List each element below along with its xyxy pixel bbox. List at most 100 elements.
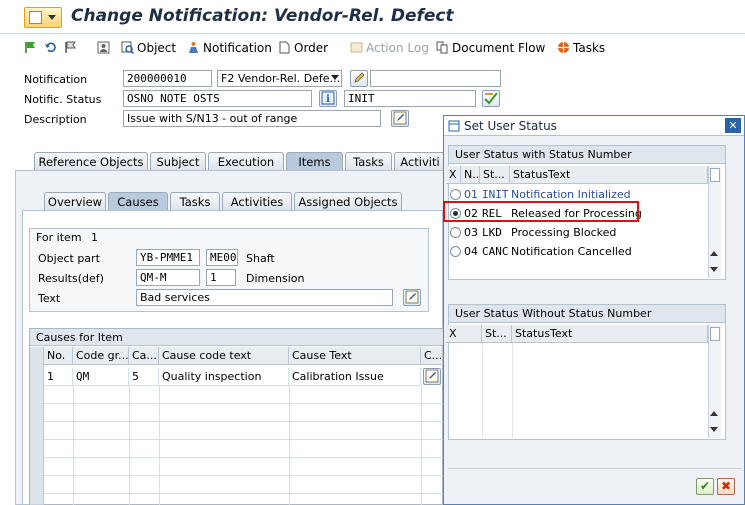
- grid-divider: [129, 386, 130, 505]
- svg-text:i: i: [326, 94, 330, 105]
- tab-tasks[interactable]: Tasks: [345, 152, 392, 170]
- results-text: Dimension: [246, 272, 305, 285]
- subtab-causes[interactable]: Causes: [108, 192, 168, 210]
- object-button[interactable]: Object: [121, 39, 176, 56]
- subtab-assigned-objects[interactable]: Assigned Objects: [294, 192, 402, 210]
- col-status-text2[interactable]: StatusText: [512, 325, 708, 343]
- col-status[interactable]: St...: [480, 166, 510, 184]
- application-toolbar: Object Notification Order Action Log Doc…: [0, 35, 745, 60]
- subtab-tasks[interactable]: Tasks: [170, 192, 220, 210]
- col-x2[interactable]: X: [446, 325, 482, 343]
- for-item-value: 1: [91, 231, 98, 244]
- dialog-footer-divider: [448, 468, 742, 469]
- item-long-text-icon[interactable]: [403, 289, 421, 306]
- system-status-field: OSNO NOTE OSTS: [123, 90, 312, 107]
- col-status-text[interactable]: StatusText: [510, 166, 708, 184]
- description-field[interactable]: Issue with S/N13 - out of range: [123, 110, 381, 127]
- results-code-field[interactable]: QM-M: [136, 269, 200, 286]
- object-part-sub-field[interactable]: ME00: [206, 249, 238, 266]
- notification-number-field[interactable]: 200000010: [123, 70, 212, 87]
- tab-execution[interactable]: Execution: [208, 152, 284, 170]
- long-text-edit-icon[interactable]: [391, 110, 409, 127]
- action-log-label: Action Log: [366, 40, 429, 55]
- cell-code-group[interactable]: QM: [73, 368, 129, 386]
- col-x[interactable]: X: [446, 166, 461, 184]
- item-text-field[interactable]: Bad services: [136, 289, 393, 306]
- grid-divider: [512, 343, 513, 438]
- dialog-title-bar: Set User Status ✕: [444, 116, 744, 136]
- grid-divider: [159, 386, 160, 505]
- tab-activities[interactable]: Activiti: [394, 152, 446, 170]
- text-label: Text: [38, 292, 61, 305]
- action-log-icon: [350, 42, 363, 53]
- cell-no[interactable]: 1: [44, 368, 73, 386]
- scroll-down-icon[interactable]: [710, 427, 718, 432]
- row-selector-column[interactable]: [30, 347, 44, 505]
- status-with-number-title: User Status with Status Number: [449, 146, 725, 164]
- for-item-label: For item: [36, 231, 82, 244]
- status-radio-init[interactable]: [450, 189, 461, 200]
- tab-subject[interactable]: Subject: [150, 152, 206, 170]
- dialog-title: Set User Status: [464, 119, 557, 133]
- action-log-button[interactable]: Action Log: [350, 39, 429, 56]
- status-code-lkd: LKD: [482, 226, 502, 239]
- col-code-group[interactable]: Code gr...: [73, 347, 129, 365]
- info-icon[interactable]: i: [319, 90, 337, 107]
- col-number[interactable]: N...: [461, 166, 480, 184]
- status-code-init: INIT: [482, 188, 509, 201]
- scroll-up-icon[interactable]: [710, 411, 718, 416]
- notification-button[interactable]: Notification: [187, 39, 272, 56]
- col-cause-code-text[interactable]: Cause code text: [159, 347, 289, 365]
- empty-row: [44, 386, 443, 404]
- col-status2[interactable]: St...: [482, 325, 512, 343]
- object-part-text: Shaft: [246, 252, 275, 265]
- dialog-window-icon: [448, 120, 460, 132]
- col-c[interactable]: C...: [421, 347, 443, 365]
- tab-reference-objects[interactable]: Reference Objects: [34, 152, 148, 170]
- grid-divider: [289, 386, 290, 505]
- document-flow-button[interactable]: Document Flow: [436, 39, 545, 56]
- scroll-down-icon[interactable]: [710, 267, 718, 272]
- col-cause-text[interactable]: Cause Text: [289, 347, 421, 365]
- scroll-up-icon[interactable]: [710, 251, 718, 256]
- undo-icon[interactable]: [44, 39, 57, 56]
- cell-cause-text[interactable]: Calibration Issue: [289, 368, 421, 386]
- object-part-code-field[interactable]: YB-PMME1: [136, 249, 200, 266]
- object-part-label: Object part: [38, 252, 100, 265]
- flag-outline-icon[interactable]: [64, 39, 77, 56]
- status-radio-canc[interactable]: [450, 246, 461, 257]
- close-icon[interactable]: ✕: [725, 118, 741, 133]
- status-without-scrollbar[interactable]: [708, 325, 721, 438]
- col-no[interactable]: No.: [44, 347, 73, 365]
- confirm-button[interactable]: ✔: [696, 478, 714, 495]
- tab-items[interactable]: Items: [286, 152, 343, 170]
- cause-long-text-icon[interactable]: [423, 368, 441, 385]
- notification-type-select[interactable]: F2 Vendor-Rel. Defe...: [217, 70, 342, 87]
- results-num-field[interactable]: 1: [206, 269, 236, 286]
- cell-cause[interactable]: 5: [129, 368, 159, 386]
- chevron-down-icon: [331, 75, 339, 80]
- notification-label: Notification: [203, 40, 272, 55]
- object-label: Object: [137, 40, 177, 55]
- col-cause[interactable]: Ca...: [129, 347, 159, 365]
- causes-table-title: Causes for Item: [30, 329, 443, 346]
- flag-icon[interactable]: [24, 39, 37, 56]
- object-search-icon: [121, 41, 134, 54]
- order-button[interactable]: Order: [278, 39, 328, 56]
- empty-row: [44, 422, 443, 440]
- person-icon[interactable]: [97, 39, 110, 56]
- document-icon: [279, 41, 290, 54]
- edit-pencil-icon[interactable]: [350, 70, 368, 87]
- status-list-scrollbar[interactable]: [708, 166, 721, 278]
- subtab-activities[interactable]: Activities: [222, 192, 292, 210]
- subtab-overview[interactable]: Overview: [44, 192, 106, 210]
- status-check-icon[interactable]: [482, 90, 500, 107]
- tasks-button[interactable]: Tasks: [557, 39, 605, 56]
- cancel-button[interactable]: ✖: [717, 478, 735, 495]
- notification-extra-field[interactable]: [370, 70, 501, 87]
- status-text-canc: Notification Cancelled: [511, 245, 632, 258]
- menu-icon[interactable]: [24, 7, 62, 28]
- tasks-icon: [558, 42, 569, 53]
- status-radio-lkd[interactable]: [450, 227, 461, 238]
- notification-icon: [189, 42, 198, 53]
